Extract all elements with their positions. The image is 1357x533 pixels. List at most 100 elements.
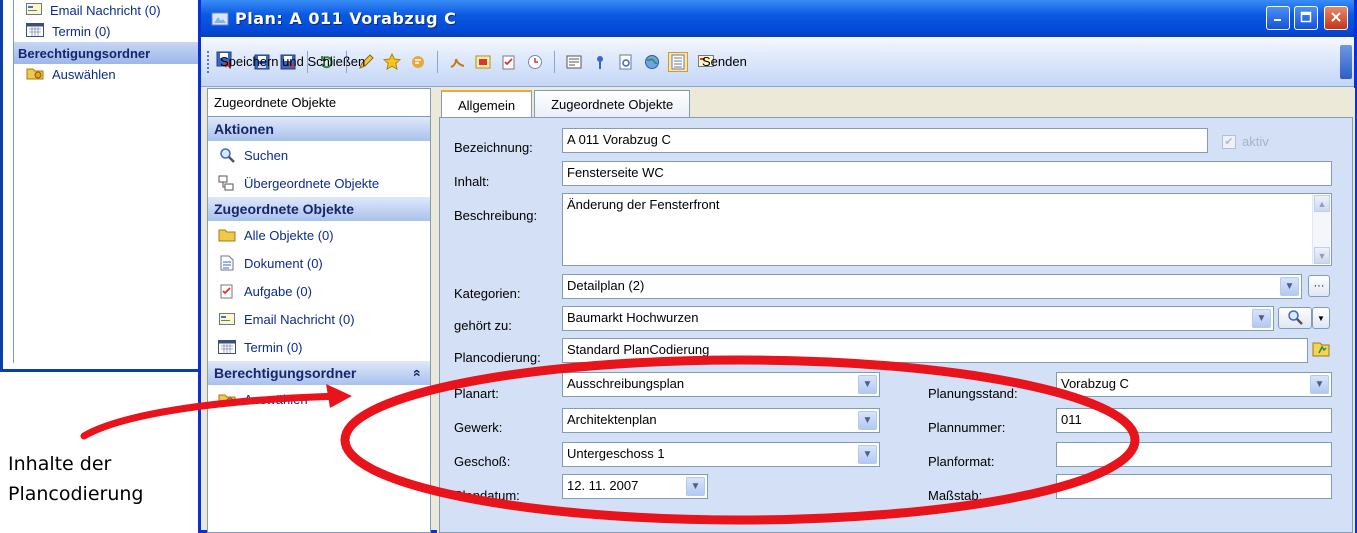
- nav-section-berechtigungsordner-title: Berechtigungsordner: [214, 365, 357, 381]
- calendar-icon: [218, 340, 236, 354]
- nav-item-auswaehlen[interactable]: Auswählen: [208, 385, 430, 413]
- nav-item-termin[interactable]: Termin (0): [208, 333, 430, 361]
- nav-item-email-nachricht-label: Email Nachricht (0): [244, 311, 355, 327]
- navigation-pane: Zugeordnete Objekte Aktionen Suchen Über…: [207, 88, 431, 533]
- table-icon[interactable]: [473, 52, 493, 72]
- chevron-down-icon: ▼: [1317, 313, 1325, 323]
- plandatum-date-picker[interactable]: 12. 11. 2007 ▼: [562, 474, 708, 499]
- plancodierung-label: Plancodierung:: [454, 350, 541, 365]
- geschoss-label: Geschoß:: [454, 454, 511, 469]
- gewerk-select[interactable]: Architektenplan ▼: [562, 408, 880, 433]
- bg-item-auswaehlen[interactable]: Auswählen: [14, 64, 201, 85]
- title-bar[interactable]: Plan: A 011 Vorabzug C: [201, 0, 1354, 37]
- chevron-down-icon[interactable]: ▼: [858, 411, 877, 430]
- nav-item-suchen-label: Suchen: [244, 147, 289, 163]
- document-icon: [218, 255, 236, 271]
- plancodierung-open-button[interactable]: [1310, 339, 1332, 361]
- geschoss-select[interactable]: Untergeschoss 1 ▼: [562, 442, 880, 467]
- save-and-close-label: Speichern und Schließen: [220, 54, 366, 69]
- nav-item-dokument[interactable]: Dokument (0): [208, 249, 430, 277]
- chevron-down-icon[interactable]: ▼: [858, 375, 877, 394]
- ellipsis-icon: ···: [1313, 280, 1325, 292]
- email-icon: [26, 3, 42, 18]
- gehoert-zu-label: gehört zu:: [454, 318, 512, 333]
- beschreibung-scrollbar[interactable]: ▲ ▼: [1312, 195, 1330, 264]
- beschreibung-label: Beschreibung:: [454, 208, 538, 223]
- plancodierung-field[interactable]: Standard PlanCodierung: [562, 338, 1308, 363]
- beschreibung-textarea[interactable]: Änderung der Fensterfront ▲ ▼: [562, 193, 1332, 266]
- kategorien-more-button[interactable]: ···: [1308, 275, 1330, 297]
- clock-icon[interactable]: [525, 52, 545, 72]
- close-icon: [1330, 11, 1342, 26]
- bg-section-berechtigung[interactable]: Berechtigungsordner: [14, 42, 201, 64]
- chevron-down-icon[interactable]: ▼: [686, 477, 705, 496]
- annotation-line-1: Inhalte der: [8, 453, 112, 475]
- massstab-field[interactable]: [1056, 474, 1332, 499]
- chevron-down-icon[interactable]: ▼: [1280, 277, 1299, 296]
- kategorien-select[interactable]: Detailplan (2) ▼: [562, 274, 1302, 299]
- scroll-down-icon[interactable]: ▼: [1314, 247, 1330, 264]
- kategorien-value: Detailplan (2): [567, 278, 645, 293]
- layout-toggle-icon[interactable]: [668, 51, 688, 72]
- chevron-down-icon[interactable]: ▼: [858, 445, 877, 464]
- nav-section-berechtigungsordner[interactable]: Berechtigungsordner «: [208, 361, 430, 385]
- nav-section-aktionen-title: Aktionen: [214, 121, 274, 137]
- tab-allgemein[interactable]: Allgemein: [441, 90, 533, 118]
- plandatum-label: Plandatum:: [454, 488, 520, 503]
- nav-section-aktionen[interactable]: Aktionen: [208, 117, 430, 141]
- aktiv-checkbox[interactable]: ✔ aktiv: [1222, 134, 1269, 149]
- toolbar-separator: [554, 50, 555, 73]
- bezeichnung-field[interactable]: A 011 Vorabzug C: [562, 128, 1208, 153]
- bg-item-email[interactable]: Email Nachricht (0): [14, 0, 201, 21]
- nav-item-suchen[interactable]: Suchen: [208, 141, 430, 169]
- maximize-button[interactable]: [1294, 6, 1318, 30]
- scroll-up-icon[interactable]: ▲: [1314, 195, 1330, 212]
- nav-section-zugeordnete-objekte[interactable]: Zugeordnete Objekte: [208, 197, 430, 221]
- send-button[interactable]: Senden: [698, 53, 747, 70]
- collapse-chevron-icon[interactable]: «: [410, 369, 426, 377]
- search-icon: [1287, 309, 1303, 328]
- chevron-down-icon[interactable]: ▼: [1310, 375, 1329, 394]
- minimize-icon: [1272, 11, 1284, 26]
- pin-icon[interactable]: [590, 52, 610, 72]
- plannummer-label: Plannummer:: [928, 420, 1006, 435]
- chevron-down-icon[interactable]: ▼: [1252, 309, 1271, 328]
- nav-item-alle-objekte[interactable]: Alle Objekte (0): [208, 221, 430, 249]
- window-title: Plan: A 011 Vorabzug C: [235, 9, 457, 28]
- plannummer-field[interactable]: 011: [1056, 408, 1332, 433]
- nav-item-uebergeordnete-objekte[interactable]: Übergeordnete Objekte: [208, 169, 430, 197]
- flag-icon[interactable]: [408, 52, 428, 72]
- bezeichnung-label: Bezeichnung:: [454, 140, 533, 155]
- general-panel: Bezeichnung: A 011 Vorabzug C ✔ aktiv In…: [439, 117, 1353, 533]
- inhalt-field[interactable]: Fensterseite WC: [562, 161, 1332, 186]
- save-and-close-button[interactable]: Speichern und Schließen: [216, 51, 365, 72]
- nav-item-dokument-label: Dokument (0): [244, 255, 323, 271]
- nav-item-aufgabe[interactable]: Aufgabe (0): [208, 277, 430, 305]
- planformat-label: Planformat:: [928, 454, 995, 469]
- planart-select[interactable]: Ausschreibungsplan ▼: [562, 372, 880, 397]
- annotation-label: Inhalte der Plancodierung: [8, 449, 143, 509]
- toolbar: Speichern und Schließen Senden: [201, 37, 1354, 87]
- tab-zugeordnete-objekte[interactable]: Zugeordnete Objekte: [534, 90, 691, 118]
- web-icon[interactable]: [642, 52, 662, 72]
- annotation-line-2: Plancodierung: [8, 483, 144, 505]
- favorite-star-icon[interactable]: [382, 52, 402, 72]
- properties-icon[interactable]: [564, 52, 584, 72]
- nav-item-email-nachricht[interactable]: Email Nachricht (0): [208, 305, 430, 333]
- link-icon[interactable]: [447, 52, 467, 72]
- massstab-label: Maßstab:: [928, 488, 983, 503]
- bg-item-termin[interactable]: Termin (0): [14, 21, 201, 42]
- gehoert-zu-select[interactable]: Baumarkt Hochwurzen ▼: [562, 306, 1274, 331]
- gewerk-value: Architektenplan: [567, 412, 657, 427]
- plan-app-icon: [211, 11, 229, 27]
- planformat-field[interactable]: [1056, 442, 1332, 467]
- toolbar-overflow-button[interactable]: [1340, 45, 1352, 79]
- gehoert-zu-menu-button[interactable]: ▼: [1312, 307, 1330, 329]
- gehoert-zu-search-button[interactable]: [1278, 307, 1312, 329]
- task-icon[interactable]: [499, 52, 519, 72]
- minimize-button[interactable]: [1266, 6, 1290, 30]
- preview-icon[interactable]: [616, 52, 636, 72]
- toolbar-grip[interactable]: [207, 50, 210, 73]
- close-button[interactable]: [1324, 6, 1348, 30]
- planungsstand-select[interactable]: Vorabzug C ▼: [1056, 372, 1332, 397]
